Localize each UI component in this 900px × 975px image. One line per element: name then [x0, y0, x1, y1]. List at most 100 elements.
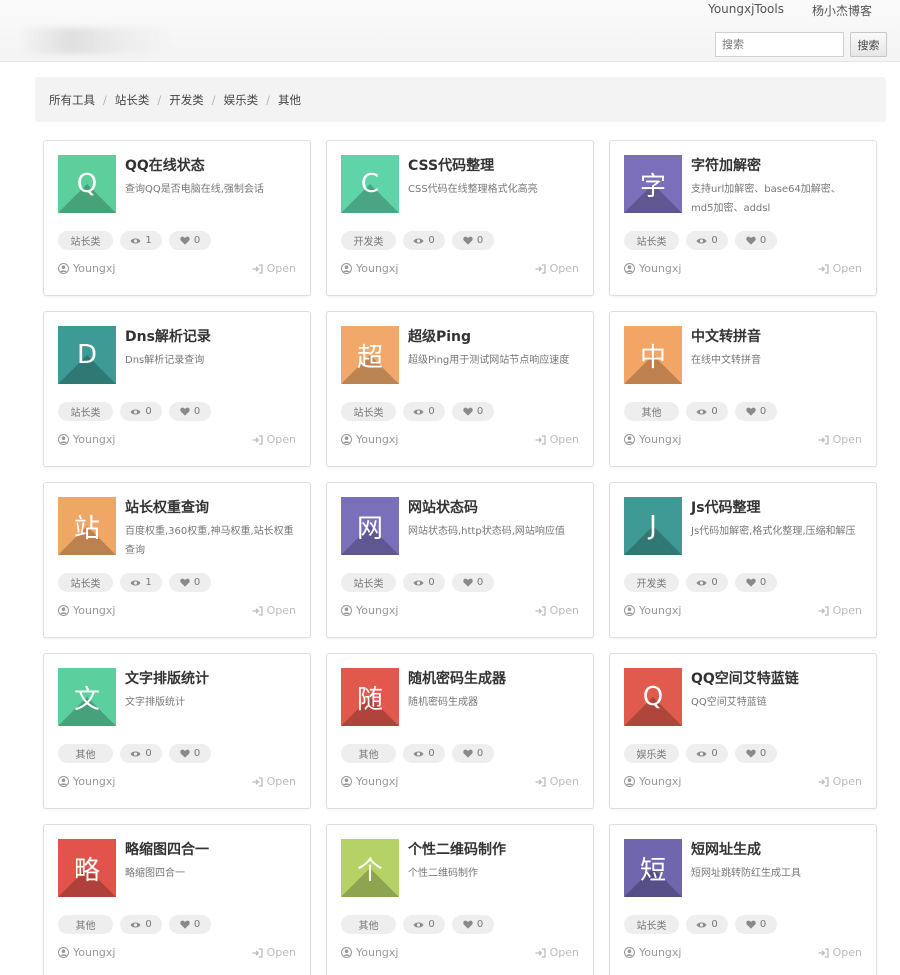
open-link[interactable]: Open	[535, 262, 579, 275]
tool-icon-tile[interactable]: 字	[624, 155, 682, 213]
likes-badge[interactable]: 0	[735, 915, 777, 934]
tool-title[interactable]: 文字排版统计	[125, 668, 209, 688]
tool-author[interactable]: Youngxj	[624, 262, 681, 275]
likes-badge[interactable]: 0	[452, 573, 494, 592]
open-link[interactable]: Open	[535, 946, 579, 959]
tool-icon-tile[interactable]: 超	[341, 326, 399, 384]
tool-author[interactable]: Youngxj	[624, 604, 681, 617]
tool-title[interactable]: Dns解析记录	[125, 326, 211, 346]
open-link[interactable]: Open	[535, 604, 579, 617]
tool-icon-tile[interactable]: Q	[624, 668, 682, 726]
category-badge[interactable]: 站长类	[58, 402, 113, 421]
tool-icon-tile[interactable]: 中	[624, 326, 682, 384]
open-link[interactable]: Open	[818, 946, 862, 959]
tool-title[interactable]: 短网址生成	[691, 839, 761, 859]
category-badge[interactable]: 站长类	[341, 402, 396, 421]
tool-card[interactable]: 略 略缩图四合一 略缩图四合一 其他 0 0 Youngxj Open	[43, 824, 311, 975]
search-button[interactable]: 搜索	[850, 32, 887, 57]
category-badge[interactable]: 开发类	[624, 573, 679, 592]
likes-badge[interactable]: 0	[452, 231, 494, 250]
tool-author[interactable]: Youngxj	[58, 775, 115, 788]
likes-badge[interactable]: 0	[452, 744, 494, 763]
tool-card[interactable]: 超 超级Ping 超级Ping用于测试网站节点响应速度 站长类 0 0 Youn…	[326, 311, 594, 467]
tool-card[interactable]: 个 个性二维码制作 个性二维码制作 其他 0 0 Youngxj Open	[326, 824, 594, 975]
tool-author[interactable]: Youngxj	[58, 262, 115, 275]
open-link[interactable]: Open	[252, 262, 296, 275]
nav-link-blog[interactable]: 杨小杰博客	[812, 2, 872, 19]
category-badge[interactable]: 开发类	[341, 231, 396, 250]
category-badge[interactable]: 娱乐类	[624, 744, 679, 763]
category-badge[interactable]: 站长类	[58, 231, 113, 250]
tool-card[interactable]: J Js代码整理 Js代码加解密,格式化整理,压缩和解压 开发类 0 0 You…	[609, 482, 877, 638]
category-badge[interactable]: 站长类	[624, 231, 679, 250]
tool-author[interactable]: Youngxj	[58, 604, 115, 617]
tool-card[interactable]: 网 网站状态码 网站状态码,http状态码,网站响应值 站长类 0 0 Youn…	[326, 482, 594, 638]
category-badge[interactable]: 站长类	[624, 915, 679, 934]
search-input[interactable]	[715, 32, 844, 57]
breadcrumb-webmaster[interactable]: 站长类	[115, 92, 150, 108]
likes-badge[interactable]: 0	[735, 231, 777, 250]
tool-icon-tile[interactable]: 略	[58, 839, 116, 897]
tool-icon-tile[interactable]: 网	[341, 497, 399, 555]
tool-title[interactable]: CSS代码整理	[408, 155, 494, 175]
tool-card[interactable]: 随 随机密码生成器 随机密码生成器 其他 0 0 Youngxj Open	[326, 653, 594, 809]
tool-icon-tile[interactable]: J	[624, 497, 682, 555]
breadcrumb-dev[interactable]: 开发类	[169, 92, 204, 108]
tool-icon-tile[interactable]: D	[58, 326, 116, 384]
tool-icon-tile[interactable]: 短	[624, 839, 682, 897]
tool-card[interactable]: D Dns解析记录 Dns解析记录查询 站长类 0 0 Youngxj Open	[43, 311, 311, 467]
category-badge[interactable]: 站长类	[58, 573, 113, 592]
likes-badge[interactable]: 0	[169, 744, 211, 763]
tool-icon-tile[interactable]: 文	[58, 668, 116, 726]
tool-title[interactable]: 中文转拼音	[691, 326, 761, 346]
likes-badge[interactable]: 0	[735, 744, 777, 763]
tool-card[interactable]: 字 字符加解密 支持url加解密、base64加解密、md5加密、addsl 站…	[609, 140, 877, 296]
tool-card[interactable]: 文 文字排版统计 文字排版统计 其他 0 0 Youngxj Open	[43, 653, 311, 809]
tool-card[interactable]: 短 短网址生成 短网址跳转防红生成工具 站长类 0 0 Youngxj Open	[609, 824, 877, 975]
tool-icon-tile[interactable]: C	[341, 155, 399, 213]
category-badge[interactable]: 站长类	[341, 573, 396, 592]
likes-badge[interactable]: 0	[169, 915, 211, 934]
tool-title[interactable]: QQ空间艾特蓝链	[691, 668, 799, 688]
tool-author[interactable]: Youngxj	[58, 433, 115, 446]
tool-card[interactable]: Q QQ空间艾特蓝链 QQ空间艾特蓝链 娱乐类 0 0 Youngxj Open	[609, 653, 877, 809]
tool-title[interactable]: 超级Ping	[408, 326, 471, 346]
likes-badge[interactable]: 0	[169, 402, 211, 421]
tool-icon-tile[interactable]: 个	[341, 839, 399, 897]
likes-badge[interactable]: 0	[452, 915, 494, 934]
tool-card[interactable]: 站 站长权重查询 百度权重,360权重,神马权重,站长权重查询 站长类 1 0	[43, 482, 311, 638]
tool-title[interactable]: 字符加解密	[691, 155, 761, 175]
tool-author[interactable]: Youngxj	[341, 433, 398, 446]
category-badge[interactable]: 其他	[341, 915, 396, 934]
tool-author[interactable]: Youngxj	[341, 775, 398, 788]
tool-title[interactable]: Js代码整理	[691, 497, 761, 517]
tool-title[interactable]: 个性二维码制作	[408, 839, 506, 859]
likes-badge[interactable]: 0	[169, 231, 211, 250]
category-badge[interactable]: 其他	[58, 915, 113, 934]
likes-badge[interactable]: 0	[452, 402, 494, 421]
category-badge[interactable]: 其他	[58, 744, 113, 763]
breadcrumb-other[interactable]: 其他	[278, 92, 301, 108]
tool-icon-tile[interactable]: Q	[58, 155, 116, 213]
open-link[interactable]: Open	[252, 433, 296, 446]
category-badge[interactable]: 其他	[341, 744, 396, 763]
tool-title[interactable]: 略缩图四合一	[125, 839, 209, 859]
open-link[interactable]: Open	[535, 775, 579, 788]
tool-icon-tile[interactable]: 随	[341, 668, 399, 726]
tool-author[interactable]: Youngxj	[341, 604, 398, 617]
likes-badge[interactable]: 0	[169, 573, 211, 592]
nav-link-youngxjtools[interactable]: YoungxjTools	[708, 2, 784, 19]
open-link[interactable]: Open	[818, 433, 862, 446]
tool-author[interactable]: Youngxj	[341, 946, 398, 959]
breadcrumb-all-tools[interactable]: 所有工具	[49, 92, 95, 108]
tool-title[interactable]: 网站状态码	[408, 497, 478, 517]
tool-author[interactable]: Youngxj	[624, 775, 681, 788]
likes-badge[interactable]: 0	[735, 402, 777, 421]
category-badge[interactable]: 其他	[624, 402, 679, 421]
tool-author[interactable]: Youngxj	[341, 262, 398, 275]
open-link[interactable]: Open	[252, 604, 296, 617]
likes-badge[interactable]: 0	[735, 573, 777, 592]
open-link[interactable]: Open	[818, 775, 862, 788]
open-link[interactable]: Open	[535, 433, 579, 446]
open-link[interactable]: Open	[818, 604, 862, 617]
